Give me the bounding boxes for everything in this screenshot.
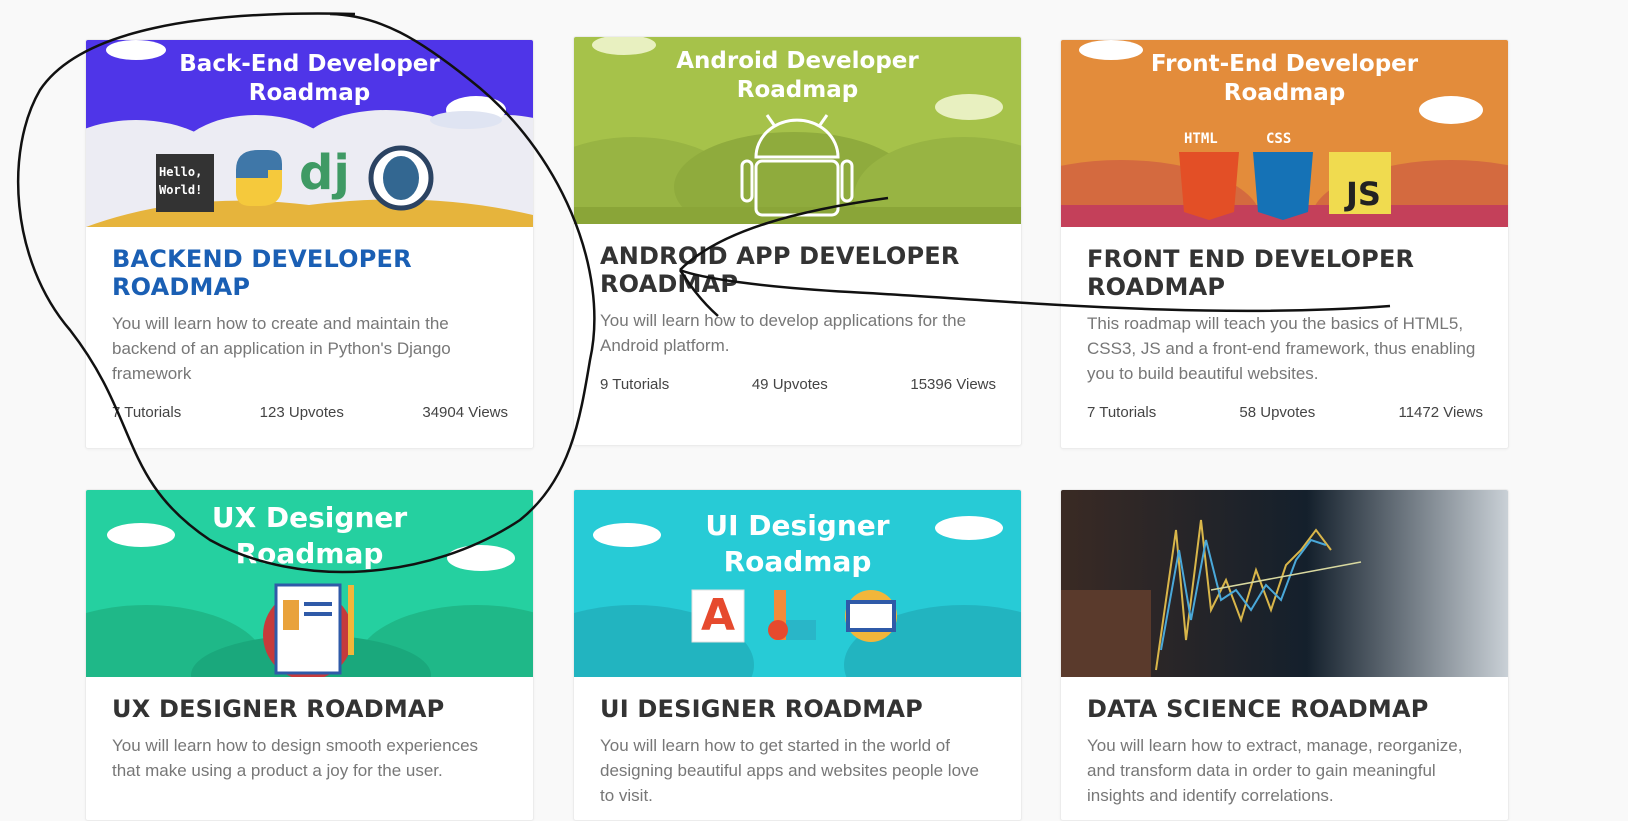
banner-image-android[interactable]: Android Developer Roadmap — [574, 37, 1021, 224]
font-letter: A — [701, 590, 736, 641]
stock-chart-photo — [1061, 490, 1508, 677]
tutorials-count: 9 Tutorials — [600, 376, 670, 393]
views-count: 34904 Views — [422, 404, 508, 421]
card-stats: 9 Tutorials 49 Upvotes 15396 Views — [600, 376, 996, 393]
roadmap-card-ux[interactable]: UX Designer Roadmap UX DESIGNER ROADMAP … — [85, 489, 534, 821]
views-count: 15396 Views — [910, 376, 996, 393]
banner-image-frontend[interactable]: Front-End Developer Roadmap HTML CSS JS — [1061, 40, 1508, 227]
django-text: dj — [299, 145, 350, 201]
upvotes-count: 123 Upvotes — [259, 404, 344, 421]
card-title[interactable]: DATA SCIENCE ROADMAP — [1087, 695, 1483, 723]
card-description: This roadmap will teach you the basics o… — [1087, 314, 1476, 383]
banner-image-ux[interactable]: UX Designer Roadmap — [86, 490, 533, 677]
postgresql-icon — [368, 145, 434, 211]
roadmap-card-android[interactable]: Android Developer Roadmap ANDROID APP DE… — [573, 36, 1022, 446]
banner-title: Back-End Developer Roadmap — [179, 51, 440, 106]
card-title[interactable]: UI DESIGNER ROADMAP — [600, 695, 996, 723]
banner-image-data-science[interactable] — [1061, 490, 1508, 677]
roadmap-card-backend[interactable]: Back-End Developer Roadmap Hello, World!… — [85, 39, 534, 449]
views-count: 11472 Views — [1398, 404, 1483, 421]
css-label: CSS — [1266, 131, 1292, 147]
upvotes-count: 58 Upvotes — [1239, 404, 1316, 421]
card-description: You will learn how to get started in the… — [600, 736, 979, 805]
js-label: JS — [1346, 175, 1381, 213]
banner-image-ui[interactable]: UI Designer Roadmap A — [574, 490, 1021, 677]
python-icon — [236, 150, 282, 206]
card-title[interactable]: UX DESIGNER ROADMAP — [112, 695, 508, 723]
card-stats: 7 Tutorials 58 Upvotes 11472 Views — [1087, 404, 1483, 421]
hello-world-text: Hello, World! — [159, 165, 203, 197]
banner-title: UX Designer Roadmap — [211, 501, 408, 570]
card-description: You will learn how to develop applicatio… — [600, 311, 967, 355]
card-description: You will learn how to design smooth expe… — [112, 736, 479, 780]
html5-icon — [1179, 152, 1239, 220]
banner-title: UI Designer Roadmap — [705, 509, 890, 578]
html-label: HTML — [1184, 131, 1218, 147]
banner-title: Front-End Developer Roadmap — [1150, 51, 1419, 106]
banner-image-backend[interactable]: Back-End Developer Roadmap Hello, World!… — [86, 40, 533, 227]
card-description: You will learn how to extract, manage, r… — [1087, 736, 1463, 805]
roadmap-card-ui[interactable]: UI Designer Roadmap A UI DESIGNER ROADMA… — [573, 489, 1022, 821]
upvotes-count: 49 Upvotes — [751, 376, 828, 393]
card-description: You will learn how to create and maintai… — [112, 314, 451, 383]
tutorials-count: 7 Tutorials — [112, 404, 182, 421]
roadmap-card-frontend[interactable]: Front-End Developer Roadmap HTML CSS JS … — [1060, 39, 1509, 449]
banner-title: Android Developer Roadmap — [676, 48, 919, 103]
card-title[interactable]: ANDROID APP DEVELOPER ROADMAP — [600, 242, 996, 298]
tutorials-count: 7 Tutorials — [1087, 404, 1157, 421]
css3-icon — [1253, 152, 1313, 220]
monitor-icon — [845, 590, 897, 642]
roadmap-card-data-science[interactable]: DATA SCIENCE ROADMAP You will learn how … — [1060, 489, 1509, 821]
card-title[interactable]: BACKEND DEVELOPER ROADMAP — [112, 245, 508, 301]
card-stats: 7 Tutorials 123 Upvotes 34904 Views — [112, 404, 508, 421]
card-title[interactable]: FRONT END DEVELOPER ROADMAP — [1087, 245, 1483, 301]
